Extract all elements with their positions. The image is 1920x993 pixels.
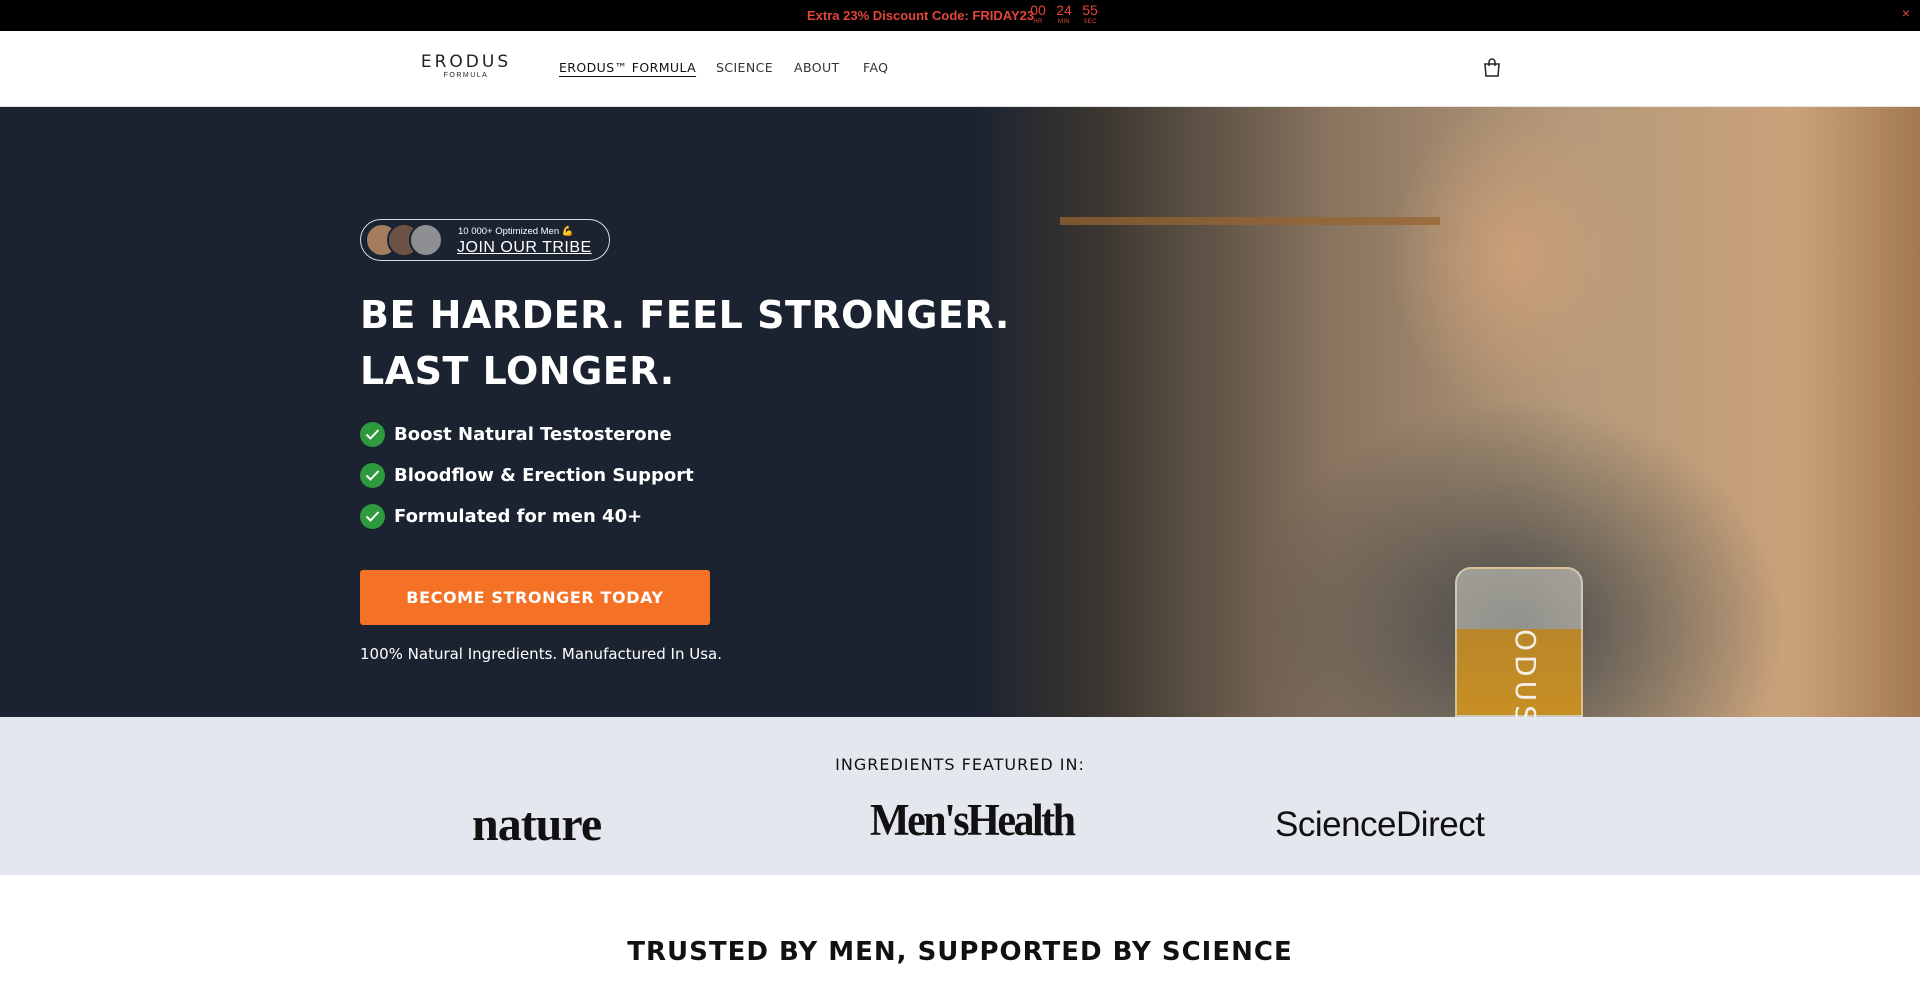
headline-line-1: BE HARDER. FEEL STRONGER. bbox=[360, 293, 1010, 337]
headline-line-2: LAST LONGER. bbox=[360, 349, 675, 393]
nav-faq[interactable]: FAQ bbox=[863, 60, 888, 75]
logo-subtext: FORMULA bbox=[443, 72, 489, 79]
close-announcement-icon[interactable]: × bbox=[1902, 5, 1910, 21]
nav-erodus-formula[interactable]: ERODUS™ FORMULA bbox=[559, 60, 696, 75]
timer-hours: 00 HR bbox=[1030, 2, 1046, 25]
check-icon bbox=[360, 504, 385, 529]
check-icon bbox=[360, 422, 385, 447]
logo[interactable]: ERODUS FORMULA bbox=[418, 53, 514, 81]
timer-seconds: 55 SEC bbox=[1082, 2, 1098, 25]
join-tribe-link[interactable]: JOIN OUR TRIBE bbox=[457, 239, 592, 257]
trusted-section-title: TRUSTED BY MEN, SUPPORTED BY SCIENCE bbox=[627, 937, 1293, 967]
discount-text: Extra 23% Discount Code: FRIDAY23 bbox=[807, 8, 1035, 23]
jar-label: ODUS bbox=[1509, 629, 1542, 717]
cart-icon[interactable] bbox=[1481, 57, 1503, 79]
timer-minutes: 24 MIN bbox=[1056, 2, 1072, 25]
featured-in-section: INGREDIENTS FEATURED IN: nature Men'sHea… bbox=[0, 717, 1920, 875]
featured-title: INGREDIENTS FEATURED IN: bbox=[835, 755, 1085, 774]
hero-headline: BE HARDER. FEEL STRONGER. LAST LONGER. bbox=[360, 287, 1010, 399]
become-stronger-button[interactable]: BECOME STRONGER TODAY bbox=[360, 570, 710, 625]
product-jar-image: ODUS bbox=[1455, 567, 1583, 717]
mens-health-logo: Men'sHealth bbox=[870, 796, 1076, 846]
check-icon bbox=[360, 463, 385, 488]
announcement-bar: Extra 23% Discount Code: FRIDAY23 00 HR … bbox=[0, 0, 1920, 31]
join-tribe-badge[interactable]: 10 000+ Optimized Men 💪 JOIN OUR TRIBE bbox=[360, 219, 610, 261]
logo-text: ERODUS bbox=[420, 52, 512, 72]
shelf-decoration bbox=[1060, 217, 1440, 225]
nature-logo: nature bbox=[472, 798, 602, 851]
natural-ingredients-note: 100% Natural Ingredients. Manufactured I… bbox=[360, 645, 722, 663]
hero-section: ODUS 10 000+ Optimized Men 💪 JOIN OUR TR… bbox=[0, 107, 1920, 717]
avatar bbox=[409, 223, 443, 257]
site-header: ERODUS FORMULA ERODUS™ FORMULA SCIENCE A… bbox=[0, 31, 1920, 107]
nav-science[interactable]: SCIENCE bbox=[716, 60, 773, 75]
sciencedirect-logo: ScienceDirect bbox=[1275, 805, 1485, 844]
tribe-count-text: 10 000+ Optimized Men 💪 bbox=[458, 226, 574, 237]
nav-about[interactable]: ABOUT bbox=[794, 60, 840, 75]
hero-man-photo bbox=[975, 107, 1920, 717]
